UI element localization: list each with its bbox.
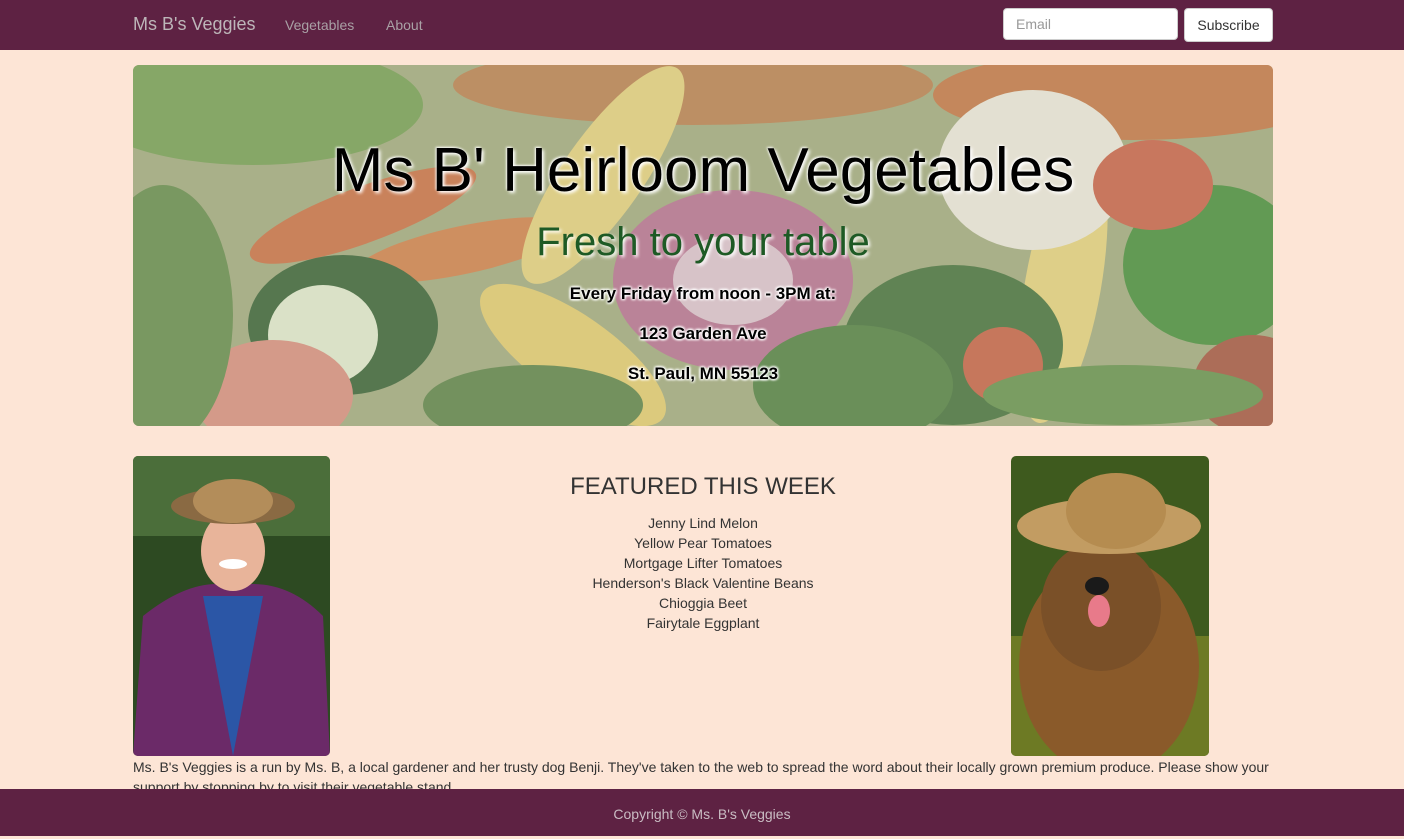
list-item: Chioggia Beet	[659, 595, 747, 611]
featured-list: Jenny Lind Melon Yellow Pear Tomatoes Mo…	[430, 513, 976, 633]
hero-subtitle: Fresh to your table	[536, 220, 870, 264]
subscribe-button[interactable]: Subscribe	[1184, 8, 1273, 42]
email-input[interactable]	[1003, 8, 1178, 40]
dog-photo	[1011, 456, 1209, 756]
hero-address-line2: St. Paul, MN 55123	[627, 364, 779, 383]
hero-title: Ms B' Heirloom Vegetables	[331, 136, 1075, 205]
featured-heading: FEATURED THIS WEEK	[570, 473, 836, 500]
list-item: Fairytale Eggplant	[646, 615, 760, 631]
navbar: Ms B's Veggies Vegetables About Subscrib…	[0, 0, 1404, 50]
list-item: Henderson's Black Valentine Beans	[592, 575, 814, 591]
nav-link-vegetables[interactable]: Vegetables	[285, 17, 354, 33]
hero-address-line1: 123 Garden Ave	[639, 324, 767, 343]
list-item: Mortgage Lifter Tomatoes	[623, 555, 783, 571]
list-item: Jenny Lind Melon	[648, 515, 758, 531]
featured-section: FEATURED THIS WEEK Jenny Lind Melon Yell…	[430, 473, 976, 633]
brand-link[interactable]: Ms B's Veggies	[133, 14, 256, 35]
nav-link-about[interactable]: About	[386, 17, 423, 33]
list-item: Yellow Pear Tomatoes	[634, 535, 772, 551]
hero-schedule: Every Friday from noon - 3PM at:	[569, 284, 837, 303]
hero-banner: Ms B' Heirloom Vegetables Fresh to your …	[133, 65, 1273, 426]
gardener-photo	[133, 456, 330, 756]
footer: Copyright © Ms. B's Veggies	[0, 789, 1404, 836]
